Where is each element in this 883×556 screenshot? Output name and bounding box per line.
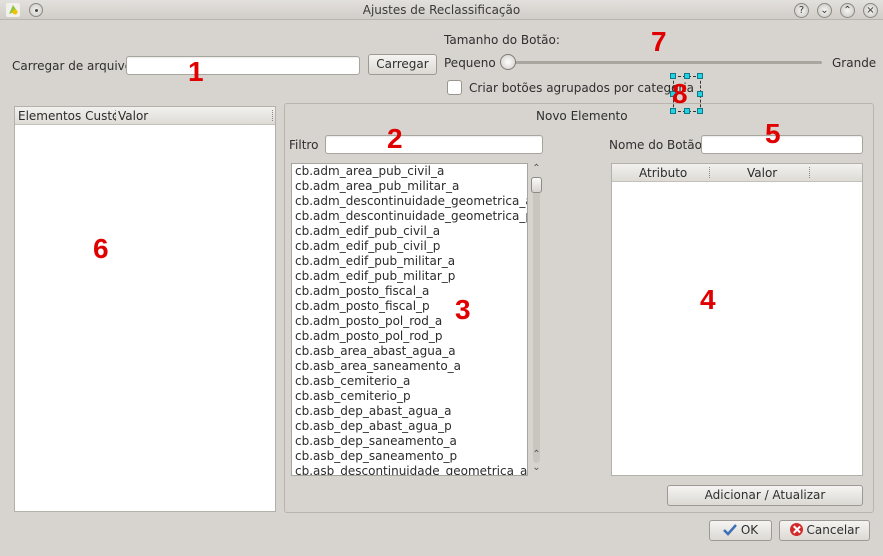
new-element-title: Novo Elemento [536, 109, 628, 123]
ok-label: OK [740, 523, 759, 537]
check-icon [722, 524, 737, 536]
scroll-up-arrow-icon[interactable]: ⌃ [529, 163, 544, 175]
column-header-value[interactable]: Valor [118, 109, 148, 123]
maximize-button[interactable]: ⌃ [840, 3, 855, 18]
class-list-item[interactable]: cb.adm_area_pub_militar_a [292, 179, 527, 194]
selection-handle [697, 91, 703, 97]
annotation-number: 6 [93, 233, 109, 264]
annotation-number: 2 [387, 123, 403, 154]
window-title: Ajustes de Reclassificação [362, 3, 521, 17]
button-size-label: Tamanho do Botão: [444, 33, 560, 47]
group-by-category-label: Criar botões agrupados por categoria [469, 81, 695, 95]
attributes-header: Atributo Valor [612, 164, 862, 182]
annotation-number: 3 [455, 294, 471, 325]
scrollbar-thumb[interactable] [531, 177, 542, 193]
scrollbar-track[interactable] [533, 177, 540, 463]
class-list-item[interactable]: cb.asb_dep_abast_agua_p [292, 419, 527, 434]
column-separator [709, 167, 710, 178]
column-separator [272, 110, 273, 121]
class-list-item[interactable]: cb.adm_edif_pub_militar_a [292, 254, 527, 269]
annotation-number: 8 [672, 78, 688, 109]
class-list-item[interactable]: cb.asb_descontinuidade_geometrica_a [292, 464, 527, 475]
class-list-item[interactable]: cb.adm_edif_pub_civil_p [292, 239, 527, 254]
scroll-down-arrow-icon[interactable]: ⌄ [529, 462, 544, 474]
filter-input[interactable] [325, 135, 543, 154]
class-list-item[interactable]: cb.adm_edif_pub_civil_a [292, 224, 527, 239]
annotation-number: 1 [188, 56, 204, 87]
slider-min-label: Pequeno [444, 56, 496, 70]
filter-label: Filtro [289, 138, 319, 152]
annotation-number: 5 [765, 118, 781, 149]
slider-max-label: Grande [832, 56, 877, 70]
cancel-button[interactable]: Cancelar [779, 520, 870, 541]
selection-handle [697, 73, 703, 79]
class-list-item[interactable]: cb.asb_dep_abast_agua_a [292, 404, 527, 419]
scroll-up-arrow-icon[interactable]: ⌃ [529, 449, 544, 461]
class-list-item[interactable]: cb.adm_posto_fiscal_a [292, 284, 527, 299]
class-list-item[interactable]: cb.asb_area_saneamento_a [292, 359, 527, 374]
annotation-number: 4 [700, 284, 716, 315]
minimize-button[interactable]: ⌄ [817, 3, 832, 18]
column-header-attribute[interactable]: Atributo [639, 166, 687, 180]
button-size-slider-track[interactable] [503, 61, 822, 64]
class-list-item[interactable]: cb.adm_posto_fiscal_p [292, 299, 527, 314]
class-list-scrollbar[interactable]: ⌃ ⌃ ⌄ [529, 163, 544, 476]
button-size-slider-handle[interactable] [500, 54, 516, 70]
column-separator [115, 110, 116, 121]
button-name-input[interactable] [701, 135, 863, 154]
class-list-item[interactable]: cb.adm_area_pub_civil_a [292, 164, 527, 179]
class-list-item[interactable]: cb.adm_descontinuidade_geometrica_a [292, 194, 527, 209]
class-list-item[interactable]: cb.asb_dep_saneamento_p [292, 449, 527, 464]
help-button[interactable]: ? [794, 3, 809, 18]
class-list-item[interactable]: cb.adm_descontinuidade_geometrica_p [292, 209, 527, 224]
class-list[interactable]: cb.adm_area_pub_civil_a cb.adm_area_pub_m… [291, 163, 528, 476]
class-list-item[interactable]: cb.asb_area_abast_agua_a [292, 344, 527, 359]
load-file-input[interactable] [126, 56, 360, 75]
annotation-number: 7 [651, 26, 667, 57]
class-list-item[interactable]: cb.asb_cemiterio_a [292, 374, 527, 389]
class-list-item[interactable]: cb.adm_posto_pol_rod_a [292, 314, 527, 329]
ok-button[interactable]: OK [709, 520, 772, 541]
close-button[interactable]: × [863, 3, 878, 18]
group-by-category-checkbox[interactable] [447, 80, 462, 95]
load-file-label: Carregar de arquivo [12, 59, 133, 73]
load-button[interactable]: Carregar [368, 54, 437, 75]
class-list-item[interactable]: cb.asb_dep_saneamento_a [292, 434, 527, 449]
cancel-label: Cancelar [806, 523, 860, 537]
custom-elements-header: Elementos Custo Valor [15, 107, 275, 125]
add-update-button[interactable]: Adicionar / Atualizar [667, 485, 863, 506]
attributes-table[interactable]: Atributo Valor [611, 163, 863, 476]
custom-elements-table[interactable]: Elementos Custo Valor [14, 106, 276, 512]
class-list-item[interactable]: cb.asb_cemiterio_p [292, 389, 527, 404]
column-header-elements[interactable]: Elementos Custo [18, 109, 116, 123]
column-header-value[interactable]: Valor [747, 166, 777, 180]
button-name-label: Nome do Botão [609, 138, 702, 152]
column-separator [809, 167, 810, 178]
cancel-icon [789, 523, 803, 536]
class-list-item[interactable]: cb.adm_edif_pub_militar_p [292, 269, 527, 284]
class-list-item[interactable]: cb.adm_posto_pol_rod_p [292, 329, 527, 344]
title-bar: Ajustes de Reclassificação ? ⌄ ⌃ × [0, 0, 883, 20]
